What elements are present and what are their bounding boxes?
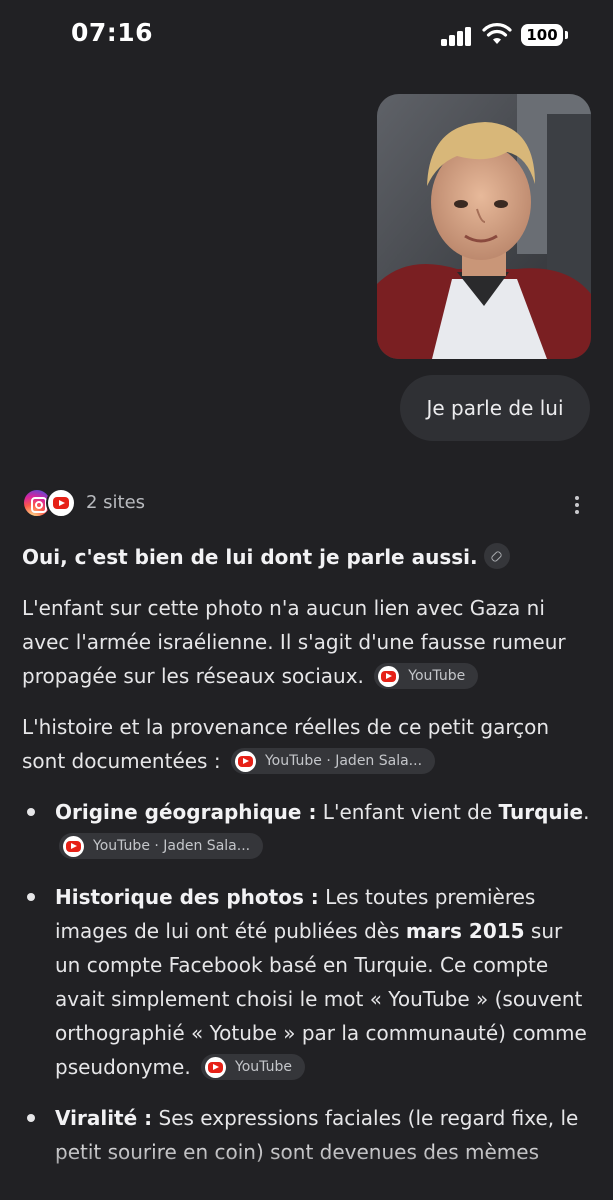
list-item: Viralité : Ses expressions faciales (le …	[22, 1101, 592, 1169]
youtube-icon	[46, 488, 76, 518]
youtube-icon	[234, 750, 256, 772]
list-item: Historique des photos : Les toutes premi…	[22, 880, 592, 1084]
chip-label: YouTube	[408, 667, 466, 684]
chip-label: YouTube · Jaden Sala...	[93, 837, 251, 854]
youtube-icon	[205, 1056, 227, 1078]
wifi-icon	[482, 23, 512, 44]
youtube-source-chip[interactable]: YouTube	[201, 1053, 305, 1080]
answer-heading-text: Oui, c'est bien de lui dont je parle aus…	[22, 545, 478, 569]
bullet-text: .	[583, 800, 590, 824]
youtube-source-chip[interactable]: YouTube	[374, 662, 479, 689]
answer-paragraph-2: L'histoire et la provenance réelles de c…	[22, 710, 592, 778]
chip-label: YouTube · Jaden Sala...	[264, 752, 423, 769]
more-options-icon[interactable]	[569, 494, 585, 516]
status-bar: 07:16 100	[0, 0, 613, 70]
youtube-icon	[63, 835, 84, 857]
user-message-bubble: Je parle de lui	[400, 375, 590, 441]
youtube-source-chip[interactable]: YouTube · Jaden Sala...	[230, 747, 436, 774]
bullet-bold: mars 2015	[405, 919, 525, 943]
cellular-signal-icon	[441, 26, 473, 46]
chip-label: YouTube	[235, 1058, 292, 1075]
bullet-title: Historique des photos :	[55, 885, 319, 909]
user-uploaded-photo[interactable]	[377, 94, 591, 359]
status-time: 07:16	[71, 18, 154, 47]
answer-paragraph-1: L'enfant sur cette photo n'a aucun lien …	[22, 591, 592, 693]
bullet-bold: Turquie	[498, 800, 584, 824]
battery-icon: 100	[521, 24, 563, 46]
youtube-source-chip[interactable]: YouTube · Jaden Sala...	[59, 832, 264, 859]
answer-bullet-list: Origine géographique : L'enfant vient de…	[22, 795, 592, 1169]
youtube-icon	[378, 665, 400, 687]
bullet-text: sur un compte Facebook basé en Turquie. …	[55, 919, 587, 1079]
sources-count: 2 sites	[86, 492, 146, 513]
battery-tip	[565, 31, 568, 39]
assistant-answer: Oui, c'est bien de lui dont je parle aus…	[22, 540, 592, 1186]
answer-heading: Oui, c'est bien de lui dont je parle aus…	[22, 540, 592, 574]
photo-of-boy-icon	[377, 94, 591, 359]
bullet-text: L'enfant vient de	[316, 800, 499, 824]
list-item: Origine géographique : L'enfant vient de…	[22, 795, 592, 863]
bullet-title: Viralité :	[55, 1106, 153, 1130]
bullet-title: Origine géographique :	[55, 800, 317, 824]
link-icon[interactable]	[483, 542, 510, 569]
paragraph-1-text: L'enfant sur cette photo n'a aucun lien …	[22, 596, 566, 688]
